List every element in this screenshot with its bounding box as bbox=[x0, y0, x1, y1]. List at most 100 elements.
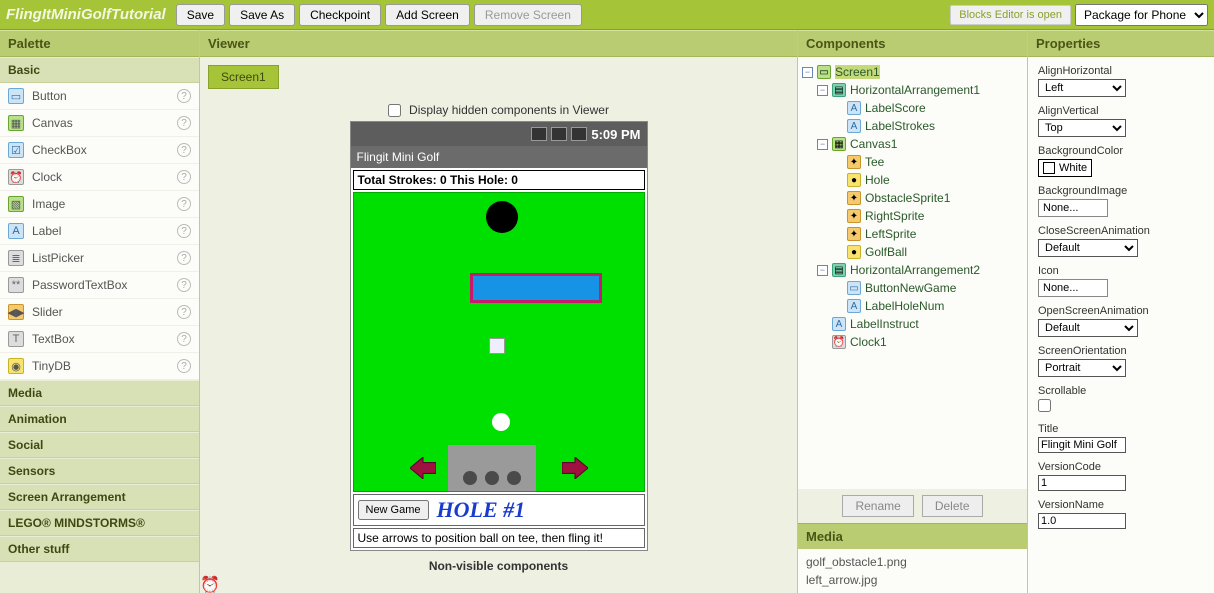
palette-category-basic[interactable]: Basic bbox=[0, 57, 199, 83]
help-icon[interactable]: ? bbox=[177, 116, 191, 130]
help-icon[interactable]: ? bbox=[177, 332, 191, 346]
help-icon[interactable]: ? bbox=[177, 278, 191, 292]
help-icon[interactable]: ? bbox=[177, 224, 191, 238]
tree-label[interactable]: Canvas1 bbox=[850, 137, 897, 151]
palette-category[interactable]: Social bbox=[0, 432, 199, 458]
obstacle-sprite[interactable] bbox=[470, 273, 602, 303]
align-horizontal-select[interactable]: Left bbox=[1038, 79, 1126, 97]
palette-category[interactable]: Sensors bbox=[0, 458, 199, 484]
tree-label[interactable]: Tee bbox=[865, 155, 884, 169]
blocks-editor-status[interactable]: Blocks Editor is open bbox=[950, 5, 1071, 25]
rename-button[interactable]: Rename bbox=[842, 495, 913, 517]
hole-sprite[interactable] bbox=[486, 201, 518, 233]
add-screen-button[interactable]: Add Screen bbox=[385, 4, 470, 26]
tree-node-Tee[interactable]: ✦Tee bbox=[802, 153, 1023, 171]
tree-label[interactable]: GolfBall bbox=[865, 245, 907, 259]
left-arrow-sprite[interactable] bbox=[410, 457, 436, 479]
help-icon[interactable]: ? bbox=[177, 143, 191, 157]
tree-label[interactable]: HorizontalArrangement1 bbox=[850, 83, 980, 97]
tree-label[interactable]: LabelHoleNum bbox=[865, 299, 944, 313]
tree-node-Clock1[interactable]: ⏰Clock1 bbox=[802, 333, 1023, 351]
title-input[interactable] bbox=[1038, 437, 1126, 453]
tree-node-LabelInstruct[interactable]: ALabelInstruct bbox=[802, 315, 1023, 333]
help-icon[interactable]: ? bbox=[177, 170, 191, 184]
save-button[interactable]: Save bbox=[176, 4, 225, 26]
tree-node-GolfBall[interactable]: ●GolfBall bbox=[802, 243, 1023, 261]
background-image-field[interactable]: None... bbox=[1038, 199, 1108, 217]
background-color-picker[interactable]: White bbox=[1038, 159, 1092, 177]
palette-category[interactable]: LEGO® MINDSTORMS® bbox=[0, 510, 199, 536]
orientation-select[interactable]: Portrait bbox=[1038, 359, 1126, 377]
help-icon[interactable]: ? bbox=[177, 251, 191, 265]
palette-item-clock[interactable]: ⏰Clock? bbox=[0, 164, 199, 191]
remove-screen-button[interactable]: Remove Screen bbox=[474, 4, 582, 26]
canvas-preview[interactable] bbox=[353, 192, 645, 492]
help-icon[interactable]: ? bbox=[177, 305, 191, 319]
tree-node-LabelScore[interactable]: ALabelScore bbox=[802, 99, 1023, 117]
open-anim-select[interactable]: Default bbox=[1038, 319, 1138, 337]
media-file[interactable]: left_arrow.jpg bbox=[806, 571, 1019, 589]
help-icon[interactable]: ? bbox=[177, 359, 191, 373]
palette-item-label[interactable]: ALabel? bbox=[0, 218, 199, 245]
scrollable-checkbox[interactable] bbox=[1038, 399, 1051, 412]
align-vertical-select[interactable]: Top bbox=[1038, 119, 1126, 137]
tree-label[interactable]: ButtonNewGame bbox=[865, 281, 956, 295]
tree-node-Hole[interactable]: ●Hole bbox=[802, 171, 1023, 189]
help-icon[interactable]: ? bbox=[177, 89, 191, 103]
versionname-input[interactable] bbox=[1038, 513, 1126, 529]
tree-label[interactable]: LabelScore bbox=[865, 101, 926, 115]
tree-toggle[interactable]: − bbox=[817, 139, 828, 150]
icon-field[interactable]: None... bbox=[1038, 279, 1108, 297]
save-as-button[interactable]: Save As bbox=[229, 4, 295, 26]
new-game-button[interactable]: New Game bbox=[358, 500, 429, 520]
golfball-sprite[interactable] bbox=[492, 413, 510, 431]
tree-node-LabelHoleNum[interactable]: ALabelHoleNum bbox=[802, 297, 1023, 315]
palette-category[interactable]: Animation bbox=[0, 406, 199, 432]
tree-label[interactable]: Screen1 bbox=[835, 65, 880, 79]
tree-toggle[interactable]: − bbox=[817, 85, 828, 96]
right-arrow-sprite[interactable] bbox=[562, 457, 588, 479]
tree-label[interactable]: HorizontalArrangement2 bbox=[850, 263, 980, 277]
delete-button[interactable]: Delete bbox=[922, 495, 983, 517]
palette-category[interactable]: Screen Arrangement bbox=[0, 484, 199, 510]
close-anim-select[interactable]: Default bbox=[1038, 239, 1138, 257]
package-select[interactable]: Package for Phone bbox=[1075, 4, 1208, 26]
palette-item-textbox[interactable]: TTextBox? bbox=[0, 326, 199, 353]
tee-sprite[interactable] bbox=[448, 445, 536, 491]
tree-toggle[interactable]: − bbox=[817, 265, 828, 276]
tree-label[interactable]: LabelInstruct bbox=[850, 317, 919, 331]
tree-label[interactable]: Hole bbox=[865, 173, 890, 187]
palette-item-button[interactable]: ▭Button? bbox=[0, 83, 199, 110]
display-hidden-checkbox[interactable] bbox=[388, 104, 401, 117]
media-file[interactable]: golf_obstacle1.png bbox=[806, 553, 1019, 571]
tree-label[interactable]: ObstacleSprite1 bbox=[865, 191, 950, 205]
screen-tab[interactable]: Screen1 bbox=[208, 65, 279, 89]
tree-node-RightSprite[interactable]: ✦RightSprite bbox=[802, 207, 1023, 225]
palette-item-listpicker[interactable]: ≣ListPicker? bbox=[0, 245, 199, 272]
center-sprite[interactable] bbox=[489, 338, 505, 354]
checkpoint-button[interactable]: Checkpoint bbox=[299, 4, 381, 26]
tree-node-LeftSprite[interactable]: ✦LeftSprite bbox=[802, 225, 1023, 243]
palette-item-canvas[interactable]: ▦Canvas? bbox=[0, 110, 199, 137]
help-icon[interactable]: ? bbox=[177, 197, 191, 211]
tree-node-HorizontalArrangement1[interactable]: −▤HorizontalArrangement1 bbox=[802, 81, 1023, 99]
tree-node-HorizontalArrangement2[interactable]: −▤HorizontalArrangement2 bbox=[802, 261, 1023, 279]
palette-item-slider[interactable]: ◀▶Slider? bbox=[0, 299, 199, 326]
tree-label[interactable]: RightSprite bbox=[865, 209, 924, 223]
palette-item-passwordtextbox[interactable]: **PasswordTextBox? bbox=[0, 272, 199, 299]
tree-node-ObstacleSprite1[interactable]: ✦ObstacleSprite1 bbox=[802, 189, 1023, 207]
tree-node-Canvas1[interactable]: −▦Canvas1 bbox=[802, 135, 1023, 153]
tree-label[interactable]: LabelStrokes bbox=[865, 119, 935, 133]
tree-node-LabelStrokes[interactable]: ALabelStrokes bbox=[802, 117, 1023, 135]
tree-label[interactable]: LeftSprite bbox=[865, 227, 916, 241]
tree-toggle[interactable]: − bbox=[802, 67, 813, 78]
palette-item-tinydb[interactable]: ◉TinyDB? bbox=[0, 353, 199, 380]
tree-label[interactable]: Clock1 bbox=[850, 335, 887, 349]
palette-item-checkbox[interactable]: ☑CheckBox? bbox=[0, 137, 199, 164]
tree-node-ButtonNewGame[interactable]: ▭ButtonNewGame bbox=[802, 279, 1023, 297]
palette-category[interactable]: Other stuff bbox=[0, 536, 199, 562]
palette-item-image[interactable]: ▧Image? bbox=[0, 191, 199, 218]
palette-category[interactable]: Media bbox=[0, 380, 199, 406]
versioncode-input[interactable] bbox=[1038, 475, 1126, 491]
tree-node-Screen1[interactable]: −▭Screen1 bbox=[802, 63, 1023, 81]
